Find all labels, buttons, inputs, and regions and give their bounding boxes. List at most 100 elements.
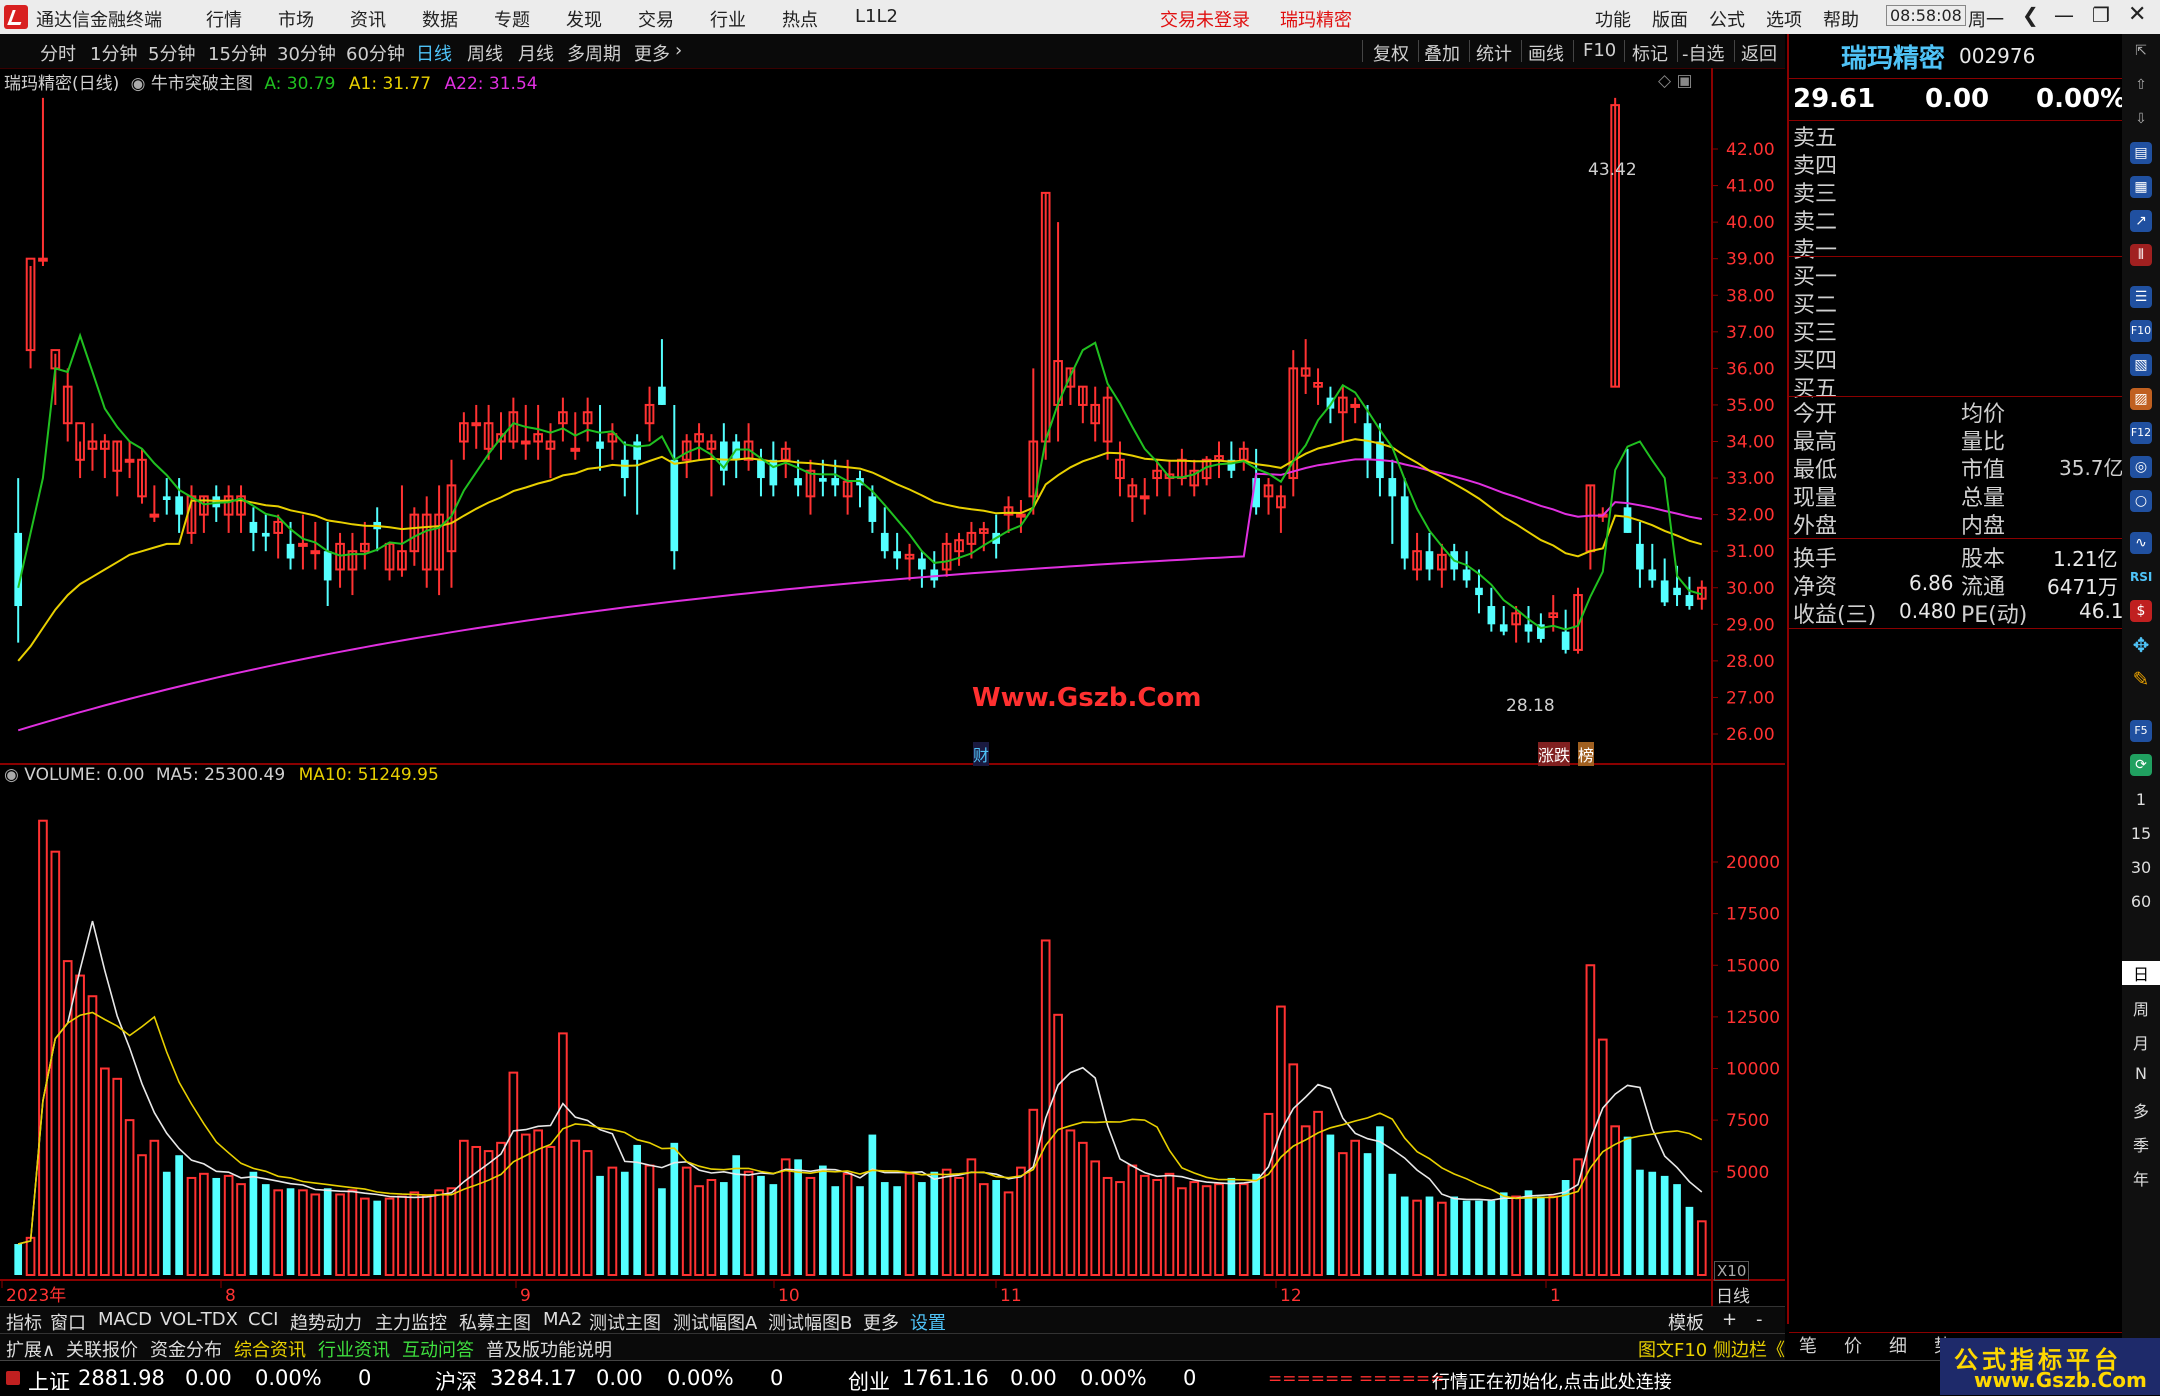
- tab-f10-sidebar[interactable]: 图文F10 侧边栏《: [1638, 1336, 1785, 1362]
- menu-gongshi[interactable]: 公式: [1709, 6, 1745, 32]
- menu-faxian[interactable]: 发现: [566, 6, 602, 32]
- cy-name[interactable]: 创业: [848, 1366, 890, 1396]
- side-15[interactable]: 15: [2122, 824, 2160, 843]
- tab-ceshi-b[interactable]: 测试幅图B: [768, 1309, 852, 1335]
- tab-settings[interactable]: 设置: [910, 1309, 946, 1335]
- sh-name[interactable]: 上证: [28, 1366, 70, 1396]
- period-multi[interactable]: 多周期: [567, 40, 621, 66]
- tab-cci[interactable]: CCI: [248, 1309, 278, 1330]
- tab-macd[interactable]: MACD: [98, 1309, 152, 1330]
- side-60[interactable]: 60: [2122, 892, 2160, 911]
- tab-ceshi-main[interactable]: 测试主图: [589, 1309, 661, 1335]
- tab-minus[interactable]: -: [1756, 1309, 1763, 1330]
- tab-zonghe[interactable]: 综合资讯: [234, 1336, 306, 1362]
- up-left-arrow-icon[interactable]: ⇱: [2130, 40, 2152, 62]
- minimize-icon[interactable]: —: [2054, 3, 2074, 27]
- period-60min[interactable]: 60分钟: [346, 40, 405, 66]
- tab-simu[interactable]: 私募主图: [459, 1309, 531, 1335]
- down-arrow-icon[interactable]: ⇩: [2130, 108, 2152, 130]
- side-month[interactable]: 月: [2122, 1030, 2160, 1054]
- tab-hangye[interactable]: 行业资讯: [318, 1336, 390, 1362]
- side-week[interactable]: 周: [2122, 996, 2160, 1020]
- tab-chuangkou[interactable]: 窗口: [50, 1309, 86, 1335]
- tab-ceshi-a[interactable]: 测试幅图A: [673, 1309, 757, 1335]
- hs-name[interactable]: 沪深: [435, 1366, 477, 1396]
- connection-bars[interactable]: ====== ======: [1268, 1369, 1444, 1389]
- close-icon[interactable]: ✕: [2128, 2, 2146, 27]
- panel-tab-xi[interactable]: 细: [1889, 1332, 1907, 1358]
- compass-icon[interactable]: ◎: [2130, 456, 2152, 478]
- period-more[interactable]: 更多: [634, 40, 670, 66]
- side-n[interactable]: N: [2122, 1064, 2160, 1083]
- status-icon[interactable]: [6, 1371, 20, 1385]
- status-message[interactable]: 行情正在初始化,点击此处连接: [1432, 1368, 1672, 1394]
- f12-icon[interactable]: F12: [2130, 422, 2152, 444]
- menu-hangye[interactable]: 行业: [710, 6, 746, 32]
- line-chart-icon[interactable]: ↗: [2130, 210, 2152, 232]
- menu-l1l2[interactable]: L1L2: [855, 6, 898, 27]
- menu-gongneng[interactable]: 功能: [1595, 6, 1631, 32]
- period-week[interactable]: 周线: [467, 40, 503, 66]
- period-30min[interactable]: 30分钟: [277, 40, 336, 66]
- report-icon[interactable]: ▨: [2130, 388, 2152, 410]
- tab-zhibiao[interactable]: 指标: [6, 1309, 42, 1335]
- f5-icon[interactable]: F5: [2130, 720, 2152, 742]
- tab-hudong[interactable]: 互动问答: [402, 1336, 474, 1362]
- f10-icon[interactable]: F10: [2130, 320, 2152, 342]
- main-indicator-name[interactable]: 牛市突破主图: [151, 74, 253, 94]
- zhangdie-marker[interactable]: 涨跌: [1538, 742, 1571, 766]
- tool-fuquan[interactable]: 复权: [1373, 40, 1409, 66]
- period-day[interactable]: 日线: [416, 40, 452, 66]
- maximize-icon[interactable]: ❐: [2092, 3, 2110, 27]
- menu-zhuanti[interactable]: 专题: [494, 6, 530, 32]
- rsi-icon[interactable]: RSI: [2130, 566, 2152, 588]
- menu-banmian[interactable]: 版面: [1652, 6, 1688, 32]
- tab-expand[interactable]: 扩展∧: [6, 1336, 55, 1362]
- period-fenshi[interactable]: 分时: [40, 40, 76, 66]
- login-status[interactable]: 交易未登录: [1160, 6, 1250, 32]
- wave-icon[interactable]: ∿: [2130, 532, 2152, 554]
- dollar-icon[interactable]: $: [2130, 600, 2152, 622]
- kline-chart[interactable]: 42.00 41.00 40.00 39.00 38.00 37.00 36.00 35.00…: [0, 68, 1785, 1306]
- tab-puji[interactable]: 普及版功能说明: [486, 1336, 612, 1362]
- tab-template[interactable]: 模板: [1668, 1309, 1704, 1335]
- tab-more[interactable]: 更多: [863, 1309, 899, 1335]
- tab-vol-tdx[interactable]: VOL-TDX: [160, 1309, 238, 1330]
- tab-ma2[interactable]: MA2: [543, 1309, 582, 1330]
- menu-xuanxiang[interactable]: 选项: [1766, 6, 1802, 32]
- indicator-dropdown-icon[interactable]: ◉: [131, 74, 146, 94]
- move-icon[interactable]: ✥: [2130, 634, 2152, 656]
- grid-icon[interactable]: ▦: [2130, 176, 2152, 198]
- doc-icon[interactable]: ▧: [2130, 354, 2152, 376]
- finance-marker[interactable]: 财: [973, 742, 990, 766]
- period-5min[interactable]: 5分钟: [148, 40, 195, 66]
- side-30[interactable]: 30: [2122, 858, 2160, 877]
- menu-zixun[interactable]: 资讯: [350, 6, 386, 32]
- tab-guanlian[interactable]: 关联报价: [66, 1336, 138, 1362]
- side-multi[interactable]: 多: [2122, 1098, 2160, 1122]
- side-1[interactable]: 1: [2122, 790, 2160, 809]
- period-month[interactable]: 月线: [518, 40, 554, 66]
- menu-shuju[interactable]: 数据: [422, 6, 458, 32]
- kline-icon[interactable]: ⫴: [2130, 244, 2152, 266]
- tool-huaxian[interactable]: 画线: [1528, 40, 1564, 66]
- tool-fanhui[interactable]: 返回: [1741, 40, 1777, 66]
- back-arrow-icon[interactable]: ❮: [2022, 3, 2039, 27]
- volume-dropdown-icon[interactable]: ◉: [4, 765, 19, 785]
- tab-plus[interactable]: +: [1722, 1309, 1737, 1330]
- list-icon[interactable]: ☰: [2130, 286, 2152, 308]
- side-day[interactable]: 日: [2122, 961, 2160, 985]
- side-season[interactable]: 季: [2122, 1132, 2160, 1156]
- chart-options-icon[interactable]: ◇ ▣: [1658, 71, 1693, 91]
- circle-icon[interactable]: ○: [2130, 490, 2152, 512]
- tab-zijin[interactable]: 资金分布: [150, 1336, 222, 1362]
- tab-qushi[interactable]: 趋势动力: [290, 1309, 362, 1335]
- tool-tongji[interactable]: 统计: [1476, 40, 1512, 66]
- period-15min[interactable]: 15分钟: [208, 40, 267, 66]
- side-year[interactable]: 年: [2122, 1166, 2160, 1190]
- tool-biaoji[interactable]: 标记: [1632, 40, 1668, 66]
- panel-tab-jia[interactable]: 价: [1844, 1332, 1862, 1358]
- menu-hangqing[interactable]: 行情: [206, 6, 242, 32]
- panel-tab-bi[interactable]: 笔: [1799, 1332, 1817, 1358]
- menu-redian[interactable]: 热点: [782, 6, 818, 32]
